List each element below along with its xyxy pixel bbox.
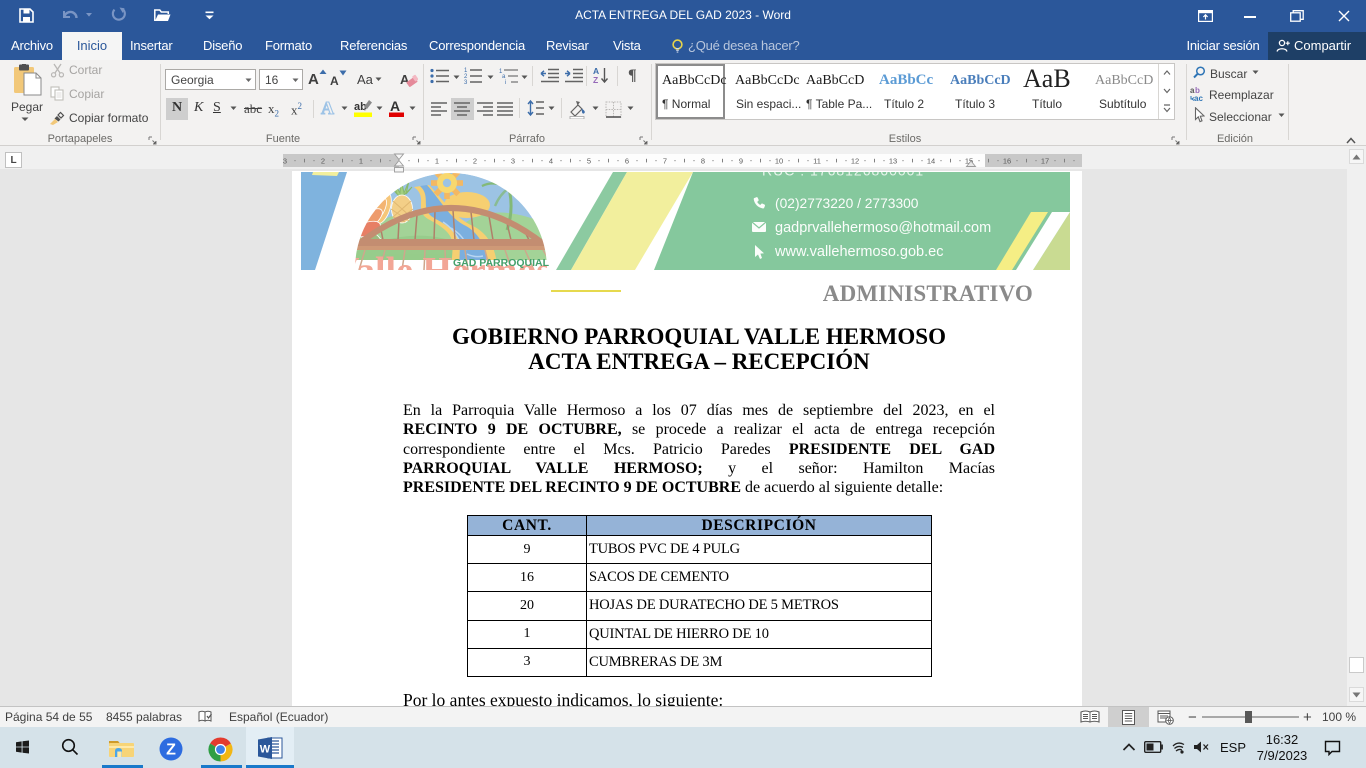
svg-text:8: 8: [701, 157, 705, 166]
svg-text:3: 3: [283, 157, 287, 166]
svg-text:Z: Z: [593, 75, 598, 85]
svg-text:7: 7: [663, 157, 667, 166]
svg-text:2: 2: [321, 157, 325, 166]
svg-text:Z: Z: [166, 742, 176, 759]
svg-text:gadprvallehermoso@hotmail.com: gadprvallehermoso@hotmail.com: [775, 220, 991, 236]
svg-text:GAD PARROQUIAL: GAD PARROQUIAL: [453, 257, 550, 269]
svg-text:13: 13: [889, 157, 897, 166]
svg-text:1: 1: [435, 157, 439, 166]
svg-text:11: 11: [813, 157, 821, 166]
svg-text:4: 4: [549, 157, 553, 166]
svg-text:www.vallehermoso.gob.ec: www.vallehermoso.gob.ec: [774, 244, 943, 260]
svg-text:A: A: [321, 98, 334, 117]
svg-text:17: 17: [1041, 157, 1049, 166]
svg-text:1: 1: [359, 157, 363, 166]
svg-text:i: i: [505, 80, 506, 84]
svg-text:6: 6: [625, 157, 629, 166]
svg-text:A: A: [390, 98, 400, 114]
svg-text:5: 5: [587, 157, 591, 166]
svg-text:(02)2773220 / 2773300: (02)2773220 / 2773300: [775, 196, 919, 211]
svg-text:10: 10: [775, 157, 783, 166]
svg-text:16: 16: [1003, 157, 1011, 166]
svg-text:14: 14: [927, 157, 935, 166]
svg-text:3: 3: [511, 157, 515, 166]
svg-text:2: 2: [473, 157, 477, 166]
svg-text:9: 9: [739, 157, 743, 166]
svg-text:ac: ac: [1194, 94, 1203, 101]
svg-text:W: W: [260, 744, 271, 756]
svg-text:12: 12: [851, 157, 859, 166]
svg-text:3: 3: [464, 80, 468, 85]
